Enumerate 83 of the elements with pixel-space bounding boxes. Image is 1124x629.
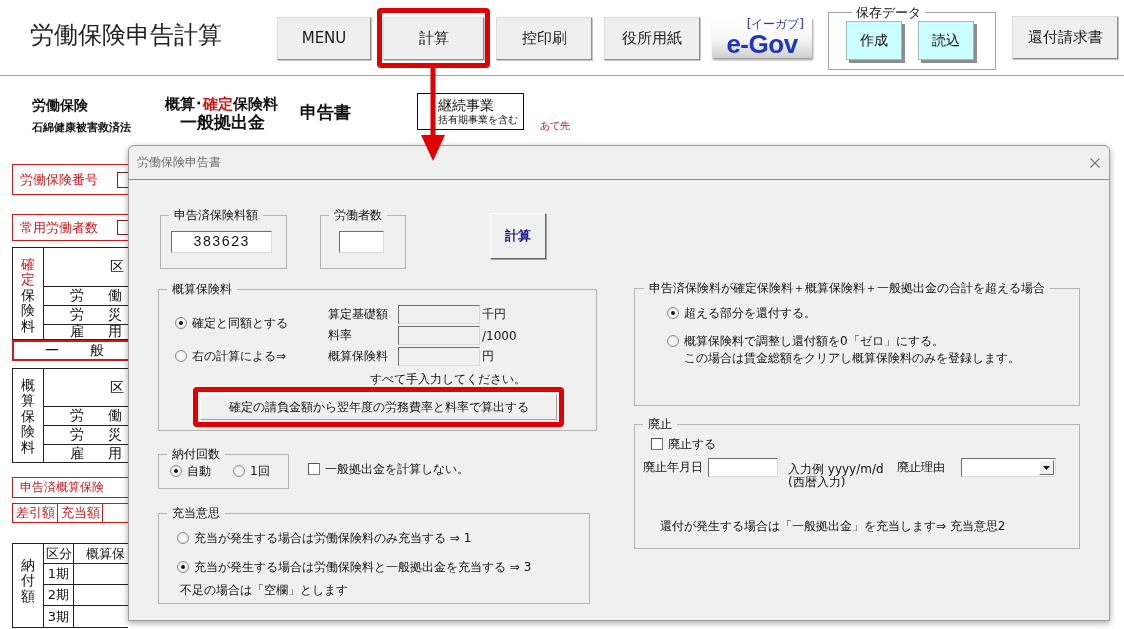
radio-icon[interactable] — [175, 317, 187, 329]
radio-icon[interactable] — [175, 350, 187, 362]
group-label: 保存データ — [855, 5, 922, 20]
form-heading: 一般拠出金 — [180, 113, 265, 132]
unit-label: 千円 — [482, 306, 506, 323]
input-field[interactable] — [398, 305, 480, 324]
radio-icon[interactable] — [170, 465, 182, 477]
group-label: 納付回数 — [171, 447, 221, 461]
table-cell: 2期 — [43, 584, 73, 605]
format-hint: (西暦入力) — [788, 476, 846, 489]
radio-option[interactable]: 自動 — [170, 464, 211, 478]
caret-icon[interactable] — [1039, 460, 1054, 475]
group-label: 申告済保険料が確定保険料＋概算保険料＋一般拠出金の合計を超える場合 — [648, 281, 1046, 295]
group-label: 申告済保険料額 — [173, 208, 259, 222]
cell-label: 労働保険番号 — [20, 172, 98, 187]
format-hint: 入力例 yyyy/m/d — [788, 463, 884, 476]
field-label: 算定基礎額 — [328, 306, 389, 323]
toolbar-button[interactable]: 還付請求書 — [1012, 16, 1118, 59]
radio-option[interactable]: 充当が発生する場合は労働保険料のみ充当する ⇒ 1 — [177, 531, 472, 545]
checkbox-icon[interactable] — [308, 463, 320, 475]
field-label: 廃止理由 — [897, 459, 946, 476]
group-label: 充当意思 — [171, 506, 221, 520]
cell-label: 常用労働者数 — [20, 220, 98, 235]
radio-icon[interactable] — [667, 307, 679, 319]
unit-label: /1000 — [482, 328, 517, 343]
input-field[interactable]: 383623 — [171, 231, 272, 253]
unit-label: 円 — [482, 348, 494, 365]
input-field[interactable] — [398, 347, 480, 366]
calculate-button[interactable]: 計算 — [490, 213, 546, 259]
law-name: 石綿健康被害救済法 — [32, 122, 131, 134]
radio-icon[interactable] — [233, 465, 245, 477]
toolbar-button[interactable]: 計算 — [383, 16, 484, 60]
vertical-label: 確定 保険料 — [21, 257, 35, 334]
table-cell: 充当額 — [57, 503, 102, 523]
date-input-field[interactable] — [708, 458, 778, 477]
note-text: 不足の場合は「空欄」とします — [180, 583, 348, 597]
option-note: この場合は賃金総額をクリアし概算保険料のみを登録します。 — [684, 351, 1020, 365]
egov-logo-button[interactable]: [イーガブ] e-Gov — [712, 17, 812, 58]
table-cell: 申告済概算保険 — [12, 477, 128, 498]
radio-option[interactable]: 充当が発生する場合は労働保険料と一般拠出金を充当する ⇒ 3 — [177, 560, 532, 574]
checkbox-option[interactable]: 一般拠出金を計算しない。 — [308, 462, 469, 476]
dialog-title: 労働保険申告書 — [137, 154, 221, 171]
toolbar-button[interactable]: 控印刷 — [496, 16, 592, 60]
recipient-label: あて先 — [540, 120, 570, 132]
calculate-estimate-button[interactable]: 確定の請負金額から翌年度の労務費率と料率で算出する — [200, 394, 557, 420]
checkbox-option[interactable]: 廃止する — [651, 437, 716, 451]
input-field[interactable] — [398, 326, 480, 345]
save-data-button[interactable]: 作成 — [846, 21, 902, 60]
toolbar-button[interactable]: MENU — [277, 16, 371, 60]
radio-icon[interactable] — [177, 561, 189, 573]
vertical-label: 納付額 — [21, 558, 35, 605]
form-heading: 概算･確定保険料 — [165, 96, 278, 113]
toolbar-button[interactable]: 役所用紙 — [604, 16, 700, 60]
radio-option[interactable]: 超える部分を還付する。 — [667, 306, 816, 320]
input-field[interactable] — [339, 231, 384, 253]
form-heading: 申告書 — [300, 103, 351, 122]
note-text: 還付が発生する場合は「一般拠出金」を充当します⇒ 充当意思2 — [660, 519, 1006, 533]
table-cell: 区分 — [43, 544, 73, 563]
dropdown-field[interactable] — [961, 458, 1056, 477]
form-label: 労働保険 — [32, 97, 88, 113]
radio-option[interactable]: 1回 — [233, 464, 270, 478]
radio-icon[interactable] — [667, 335, 679, 347]
table-cell: 1期 — [43, 563, 73, 584]
radio-option[interactable]: 右の計算による⇒ — [175, 349, 287, 363]
field-label: 廃止年月日 — [643, 459, 704, 476]
table-cell: 差引額 — [12, 503, 57, 523]
group-label: 廃止 — [647, 417, 673, 431]
instruction-text: すべて手入力してください。 — [370, 372, 526, 386]
group-label: 概算保険料 — [171, 282, 233, 296]
checkbox-icon[interactable] — [651, 438, 663, 450]
group-label: 労働者数 — [333, 208, 383, 222]
close-icon[interactable] — [1090, 157, 1100, 168]
save-data-button[interactable]: 読込 — [918, 21, 974, 60]
field-label: 概算保険料 — [328, 348, 389, 365]
table-cell: 3期 — [43, 605, 73, 627]
app-title: 労働保険申告計算 — [30, 20, 222, 49]
radio-option[interactable]: 確定と同額とする — [175, 316, 288, 330]
table-cell: 一 般 — [12, 340, 128, 361]
radio-option[interactable]: 概算保険料で調整し還付額を0「ゼロ」にする。 — [667, 334, 944, 348]
business-type-box: 継続事業 括有期事業を含む — [417, 93, 524, 130]
radio-icon[interactable] — [177, 532, 189, 544]
field-label: 料率 — [328, 327, 353, 344]
vertical-label: 概算保険料 — [21, 378, 35, 455]
